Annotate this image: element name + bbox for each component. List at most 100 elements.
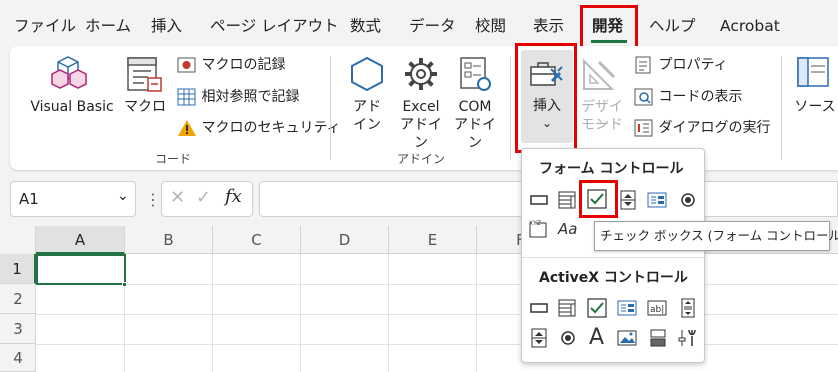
gridline [36, 284, 838, 285]
spin-button-control-icon[interactable] [618, 190, 638, 210]
chevron-down-icon: ⌄ [117, 188, 129, 204]
gridline [212, 254, 213, 372]
activex-toggle-button-icon[interactable] [648, 328, 668, 348]
tab-review[interactable]: 校閲 [475, 13, 506, 39]
relative-reference-icon [177, 88, 196, 106]
com-addins-label-1: COM [458, 99, 492, 115]
gridline [388, 254, 389, 372]
insert-controls-dropdown: フォーム コントロール XYZ Aa チェック ボックス (フォーム コントロー… [521, 148, 838, 363]
selected-cell-a1[interactable] [36, 254, 126, 285]
name-box[interactable]: A1 ⌄ [10, 181, 136, 217]
activex-spin-button-icon[interactable] [529, 328, 549, 348]
tab-acrobat[interactable]: Acrobat [720, 13, 780, 39]
com-addins-label-2: アドイン [454, 117, 496, 151]
warning-icon [178, 120, 196, 136]
label-control-icon[interactable]: Aa [558, 220, 577, 238]
active-tab-underline [591, 40, 627, 43]
popup-divider [522, 257, 704, 258]
visual-basic-label: Visual Basic [30, 99, 114, 115]
view-code-label: コードの表示 [658, 89, 743, 105]
svg-text:XYZ: XYZ [529, 220, 541, 227]
record-macro-button[interactable]: マクロの記録 [177, 54, 285, 76]
addins-label-1: アド [353, 99, 381, 115]
more-controls-icon[interactable] [678, 328, 698, 348]
xml-source-icon [797, 57, 829, 87]
addins-group-label: アドイン [397, 152, 446, 166]
run-dialog-label: ダイアログの実行 [658, 120, 771, 136]
insert-function-button[interactable]: fx [225, 186, 242, 207]
cancel-icon[interactable]: ✕ [170, 187, 185, 208]
tab-data[interactable]: データ [409, 13, 456, 39]
gridline [36, 344, 838, 345]
tab-insert[interactable]: 挿入 [151, 13, 182, 39]
tab-page-layout[interactable]: ページ レイアウト [210, 13, 339, 39]
group-box-control-icon[interactable]: XYZ [528, 219, 548, 239]
list-box-control-icon[interactable] [647, 190, 667, 210]
xml-source-label: ソース [794, 99, 836, 115]
row-header-2[interactable]: 2 [0, 284, 36, 314]
column-header-c[interactable]: C [213, 226, 301, 254]
fill-handle[interactable] [122, 282, 127, 287]
excel-addins-label-2: アドイン [400, 117, 442, 151]
row-header-1[interactable]: 1 [0, 254, 36, 284]
macro-security-label: マクロのセキュリティ [201, 120, 341, 136]
gear-icon [405, 58, 437, 90]
checkbox-control-icon[interactable] [587, 189, 607, 209]
tab-formulas[interactable]: 数式 [350, 13, 381, 39]
macro-security-button[interactable]: マクロのセキュリティ [177, 117, 341, 139]
activex-label-icon[interactable]: A [589, 325, 604, 350]
more-options-icon[interactable]: ⋮ [145, 190, 161, 209]
column-header-d[interactable]: D [301, 226, 389, 254]
row-header-4[interactable]: 4 [0, 344, 36, 372]
row-header-3[interactable]: 3 [0, 314, 36, 344]
properties-label: プロパティ [658, 57, 728, 73]
properties-button[interactable]: プロパティ [634, 54, 728, 76]
activex-checkbox-icon[interactable] [587, 298, 607, 318]
gridline [36, 314, 838, 315]
combo-box-control-icon[interactable] [557, 190, 577, 210]
relative-reference-label: 相対参照で記録 [201, 89, 300, 105]
run-dialog-button[interactable]: ダイアログの実行 [634, 117, 770, 139]
record-macro-label: マクロの記録 [201, 57, 286, 73]
gridline [476, 254, 477, 372]
activex-combo-box-icon[interactable] [557, 298, 577, 318]
activex-image-icon[interactable] [617, 328, 637, 348]
tab-home[interactable]: ホーム [85, 13, 131, 39]
group-separator-2 [510, 56, 511, 160]
visual-basic-icon [51, 56, 87, 89]
column-header-a[interactable]: A [36, 226, 125, 254]
view-code-icon [634, 88, 653, 106]
com-addins-icon [460, 57, 491, 91]
column-header-e[interactable]: E [389, 226, 477, 254]
button-control-icon[interactable] [529, 190, 549, 210]
formula-actions: ✕ ✓ fx [161, 181, 253, 217]
option-button-control-icon[interactable] [678, 190, 698, 210]
group-separator [330, 56, 331, 160]
form-controls-header: フォーム コントロール [539, 161, 684, 177]
checkbox-tooltip: チェック ボックス (フォーム コントロール) [594, 221, 838, 251]
hexagon-icon [351, 56, 383, 92]
column-header-b[interactable]: B [125, 226, 213, 254]
gridline [300, 254, 301, 372]
code-group-label: コード [155, 152, 192, 166]
activex-scroll-bar-icon[interactable] [678, 298, 698, 318]
properties-icon [635, 56, 651, 74]
relative-reference-button[interactable]: 相対参照で記録 [177, 86, 299, 108]
confirm-check-icon[interactable]: ✓ [196, 187, 211, 208]
record-macro-icon [177, 57, 196, 73]
activex-text-box-icon[interactable]: ab| [647, 298, 667, 318]
chevron-down-icon: ⌄ [541, 116, 553, 130]
tab-file[interactable]: ファイル [14, 13, 76, 39]
group-separator-3 [781, 56, 782, 160]
activex-button-icon[interactable] [529, 298, 549, 318]
macro-icon [127, 57, 162, 92]
tab-view[interactable]: 表示 [533, 13, 564, 39]
tab-help[interactable]: ヘルプ [649, 13, 696, 39]
excel-addins-label-1: Excel [402, 99, 440, 115]
design-mode-label-2: モード [581, 117, 623, 133]
activex-list-box-icon[interactable] [617, 298, 637, 318]
activex-controls-header: ActiveX コントロール [539, 270, 688, 286]
view-code-button[interactable]: コードの表示 [634, 86, 742, 108]
tab-developer[interactable]: 開発 [592, 13, 623, 39]
activex-option-button-icon[interactable] [558, 328, 578, 348]
